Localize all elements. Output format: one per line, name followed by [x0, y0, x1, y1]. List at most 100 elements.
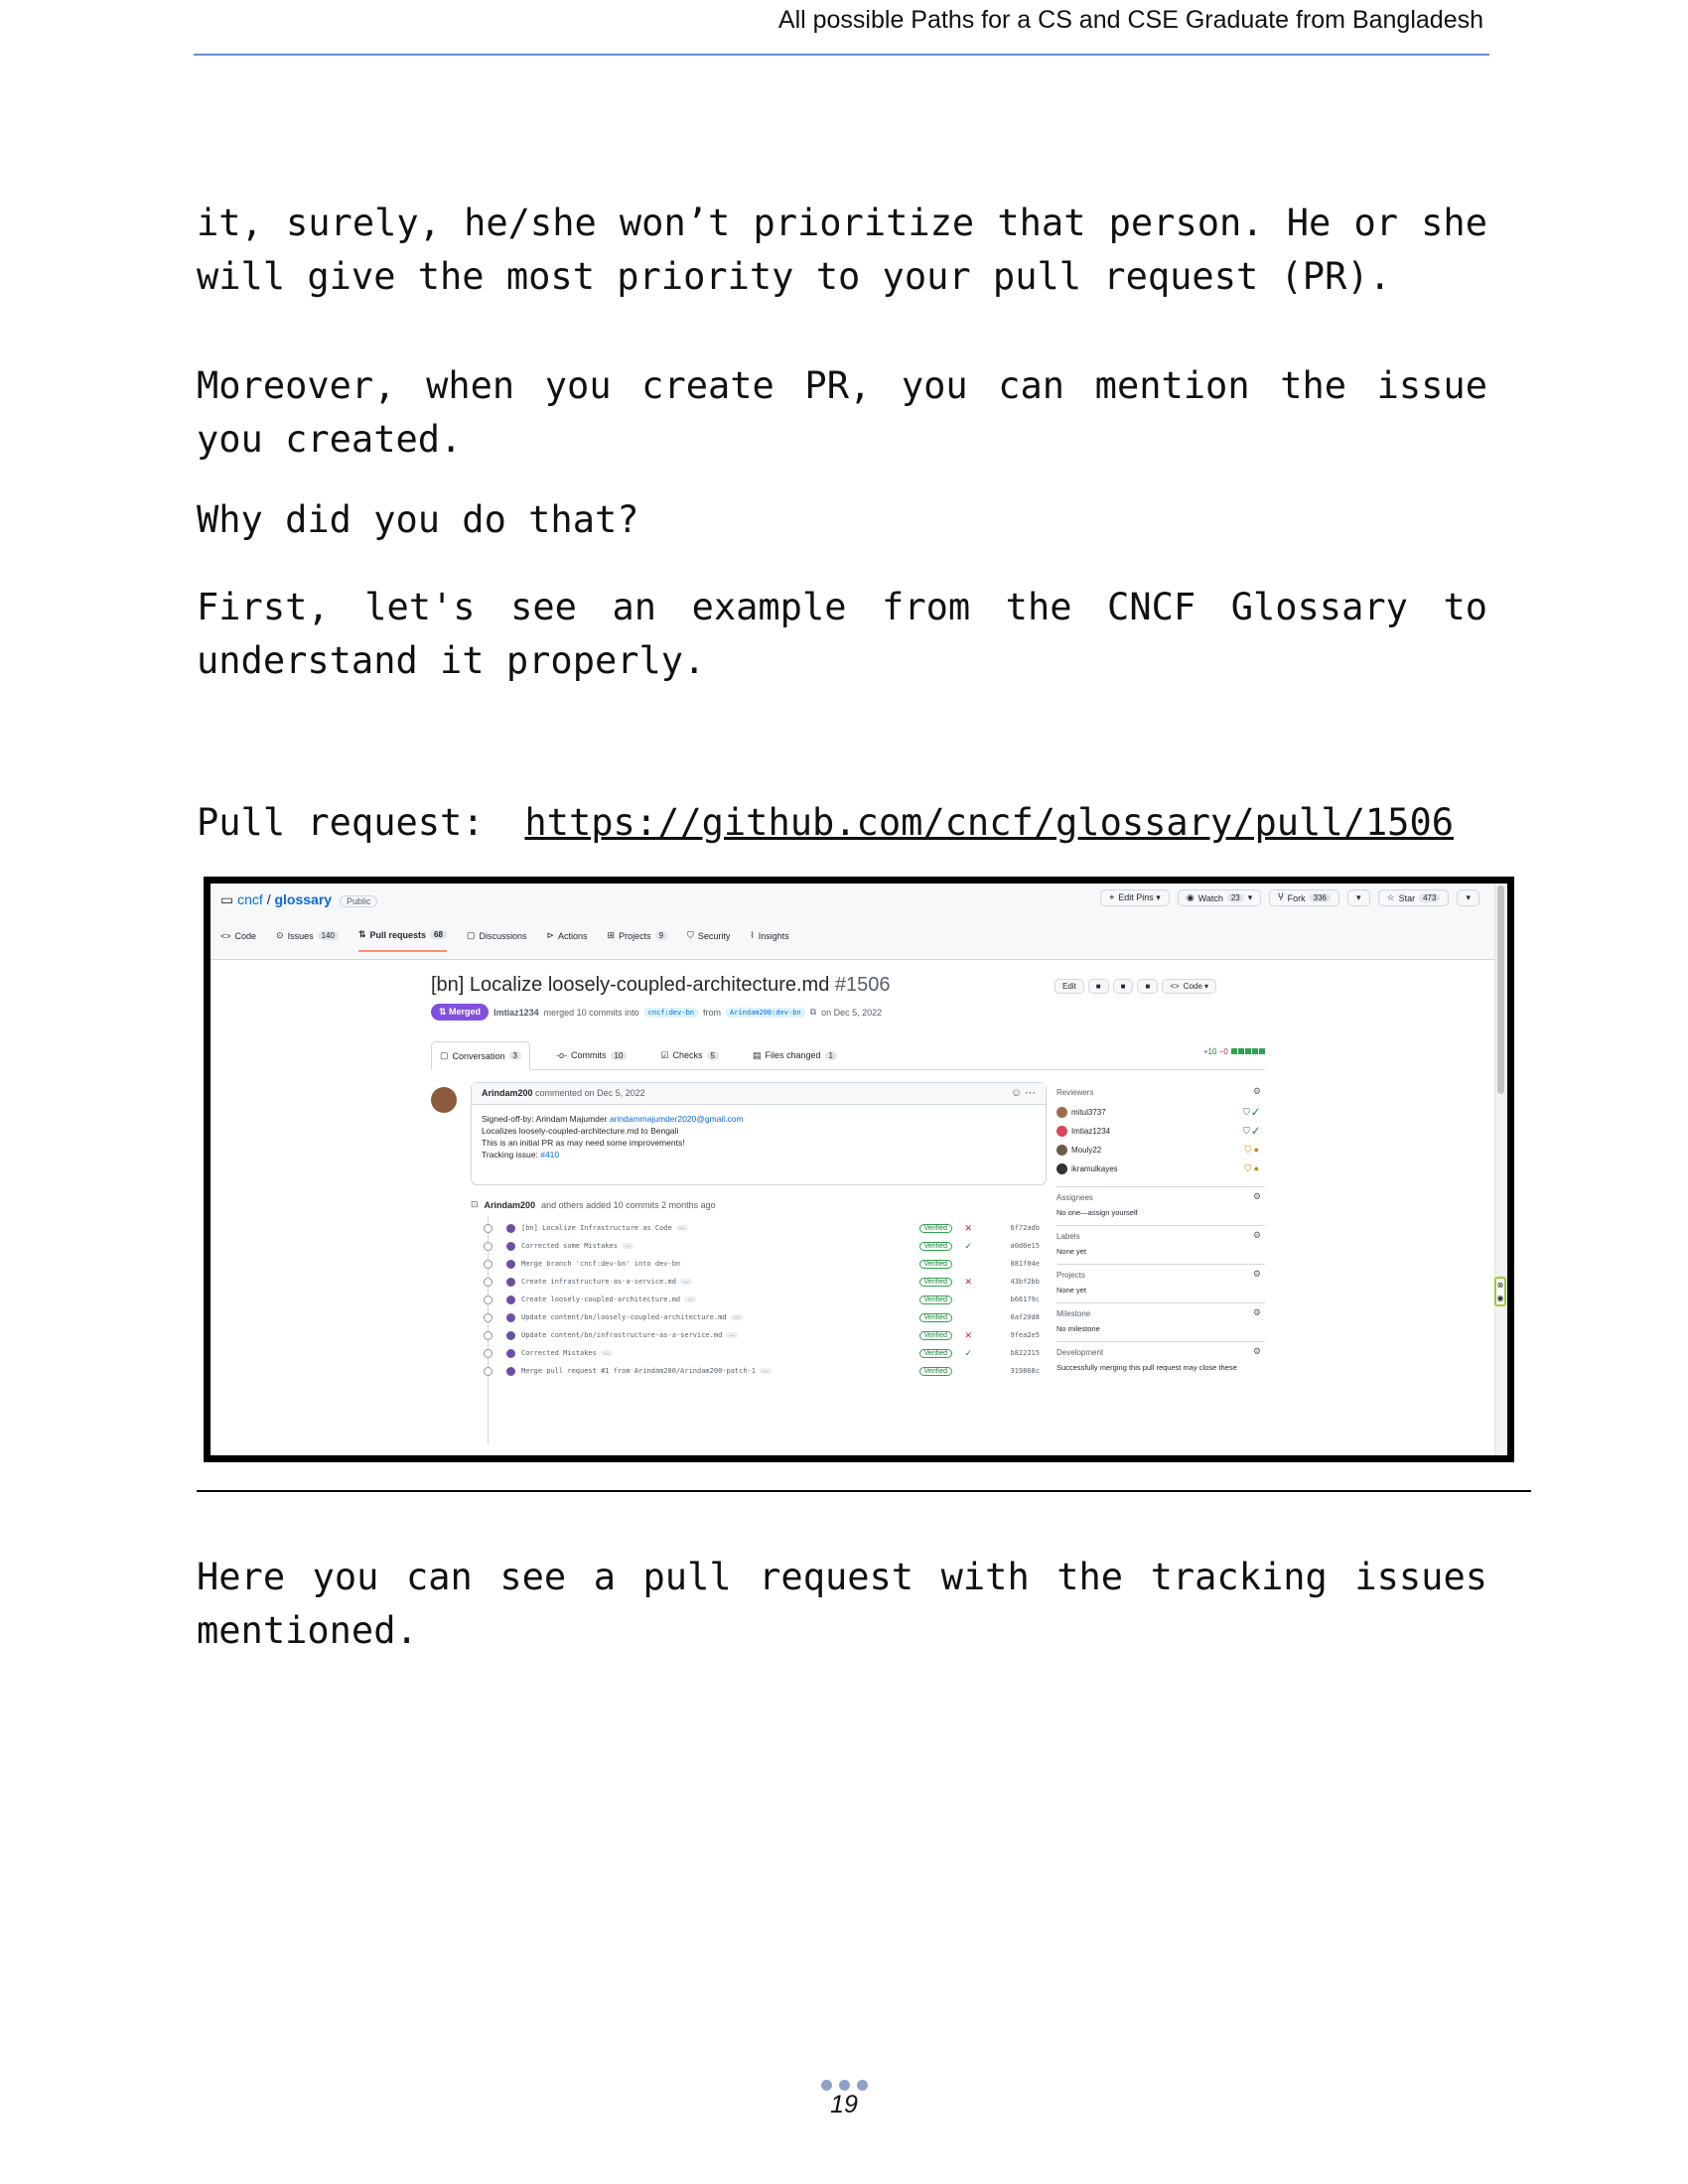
tab-conversation[interactable]: ▢ Conversation 3	[431, 1041, 530, 1070]
reviewer-item[interactable]: ikramulkayes ⛉ ●	[1056, 1160, 1265, 1178]
tab-discussions[interactable]: ▢ Discussions	[467, 929, 527, 952]
extension-icon-2[interactable]: ■	[1112, 979, 1134, 994]
page-footer: 19	[0, 2080, 1688, 2119]
commit-row[interactable]: [bn] Localize Infrastructure as Code… Ver…	[484, 1219, 1040, 1237]
graph-icon: ⌇	[750, 930, 755, 940]
email-link[interactable]: arindammajumder2020@gmail.com	[610, 1114, 744, 1124]
pr-tabs: ▢ Conversation 3 -o- Commits 10 ☑ Checks 5 ▤ Fi…	[431, 1041, 1265, 1070]
tab-security[interactable]: ⛉ Security	[687, 929, 730, 952]
check-icon: ✓	[964, 1347, 972, 1358]
reviewer-item[interactable]: Mouly22 ⛉ ●	[1056, 1141, 1265, 1160]
repo-actions: ⌖ Edit Pins ▾ ◉ Watch 23 ▾ Ⴤ Fork 336 ▾ ☆ Star…	[1100, 889, 1479, 906]
pull-request-line: Pull request: https://github.com/cncf/gl…	[197, 796, 1487, 850]
commit-dot-icon	[484, 1295, 492, 1304]
shield-icon: ⛉	[687, 930, 694, 940]
tracking-issue-link[interactable]: #410	[540, 1150, 559, 1160]
commit-row[interactable]: Update content/bn/infrastructure-as-a-se…	[484, 1326, 1040, 1344]
conversation-icon: ▢	[440, 1050, 449, 1060]
commits-author[interactable]: Arindam200	[485, 1200, 536, 1210]
commit-icon: -o-	[556, 1050, 567, 1060]
fail-icon: ✕	[964, 1329, 972, 1340]
tab-insights[interactable]: ⌇ Insights	[750, 929, 788, 952]
commit-row[interactable]: Corrected Mistakes… Verified ✓ b822215	[484, 1344, 1040, 1362]
tab-commits[interactable]: -o- Commits 10	[548, 1041, 634, 1069]
code-icon: <>	[1170, 982, 1180, 991]
pr-sidebar: Reviewers ⚙ mitul3737 ⛉ ✓ Imtiaz1234 ⛉ ✓ M…	[1056, 1082, 1265, 1380]
tab-pull-requests[interactable]: ⇅ Pull requests 68	[357, 929, 447, 952]
paragraph-5: Here you can see a pull request with the…	[197, 1556, 1487, 1652]
avatar	[506, 1348, 515, 1358]
tab-issues[interactable]: ⊙ Issues 140	[276, 929, 339, 952]
commit-push-icon: ⊡	[471, 1199, 479, 1209]
gear-icon[interactable]: ⚙	[1253, 1346, 1261, 1357]
comment-meta: commented on Dec 5, 2022	[535, 1088, 645, 1098]
gear-icon[interactable]: ⚙	[1253, 1086, 1261, 1097]
pr-title: [bn] Localize loosely-coupled-architectu…	[431, 974, 891, 996]
commit-row[interactable]: Merge branch 'cncf:dev-bn' into dev-bn Ve…	[484, 1255, 1040, 1273]
commit-row[interactable]: Create infrastructure-as-a-service.md… Ve…	[484, 1273, 1040, 1291]
edit-button[interactable]: Edit	[1055, 979, 1084, 994]
base-branch[interactable]: cncf:dev-bn	[643, 1007, 698, 1018]
header-title: All possible Paths for a CS and CSE Grad…	[777, 6, 1483, 34]
commit-dot-icon	[484, 1348, 492, 1358]
copy-icon[interactable]: ⧉	[810, 1007, 816, 1018]
fork-icon: Ⴤ	[1278, 892, 1284, 902]
repo-header: ▭ cncf / glossary Public ⌖ Edit Pins ▾ ◉ W…	[211, 884, 1499, 960]
reviewer-item[interactable]: mitul3737 ⛉ ✓	[1056, 1103, 1265, 1122]
fork-button[interactable]: Ⴤ Fork 336	[1269, 889, 1339, 906]
avatar	[506, 1295, 515, 1304]
repo-owner[interactable]: cncf	[237, 891, 263, 907]
visibility-badge: Public	[339, 895, 378, 907]
head-branch[interactable]: Arindam200:dev-bn	[726, 1007, 805, 1018]
repo-name[interactable]: glossary	[274, 891, 332, 907]
commit-dot-icon	[484, 1277, 492, 1287]
gear-icon[interactable]: ⚙	[1253, 1191, 1261, 1202]
paragraph-2: Moreover, when you create PR, you can me…	[197, 364, 1487, 461]
commit-dot-icon	[484, 1312, 492, 1322]
edit-pins-button[interactable]: ⌖ Edit Pins ▾	[1100, 889, 1170, 906]
discussion-icon: ▢	[466, 930, 476, 940]
github-pr-screenshot: ▭ cncf / glossary Public ⌖ Edit Pins ▾ ◉ W…	[204, 877, 1514, 1462]
merged-badge: ⇅ Merged	[431, 1004, 490, 1021]
avatar	[506, 1223, 515, 1233]
gear-icon[interactable]: ⚙	[1253, 1230, 1261, 1241]
extension-icon-1[interactable]: ■	[1087, 979, 1109, 994]
commit-row[interactable]: Merge pull request #1 from Arindam200/Ar…	[484, 1362, 1040, 1380]
tab-code[interactable]: <> Code	[220, 929, 256, 952]
scrollbar-thumb[interactable]	[1497, 886, 1504, 1094]
pull-request-link[interactable]: https://github.com/cncf/glossary/pull/15…	[524, 796, 1454, 850]
avatar[interactable]	[431, 1087, 457, 1113]
commit-row[interactable]: Update content/bn/loosely-coupled-archit…	[484, 1308, 1040, 1326]
page-number: 19	[830, 2091, 858, 2118]
diff-stat: +10 −0	[1203, 1047, 1265, 1056]
code-button[interactable]: <> Code ▾	[1162, 979, 1217, 994]
extension-icon-3[interactable]: ■	[1137, 979, 1159, 994]
star-button[interactable]: ☆ Star 473	[1377, 889, 1450, 906]
tab-checks[interactable]: ☑ Checks 5	[652, 1041, 727, 1069]
tab-files-changed[interactable]: ▤ Files changed 1	[745, 1041, 845, 1069]
gear-icon[interactable]: ⚙	[1253, 1269, 1261, 1280]
development-section: Development ⚙ Successfully merging this …	[1056, 1346, 1261, 1372]
merge-author[interactable]: Imtiaz1234	[493, 1008, 539, 1018]
kebab-icon[interactable]: ☺ ⋯	[1011, 1086, 1036, 1099]
pending-dot-icon: ⛉ ●	[1244, 1163, 1259, 1173]
watch-button[interactable]: ◉ Watch 23 ▾	[1177, 889, 1262, 906]
avatar	[506, 1312, 515, 1322]
commit-row[interactable]: Create loosely-coupled-architecture.md… V…	[484, 1291, 1040, 1308]
star-menu-button[interactable]: ▾	[1457, 889, 1479, 906]
reviewer-item[interactable]: Imtiaz1234 ⛉ ✓	[1056, 1122, 1265, 1141]
floating-widget-icon[interactable]: ⊗ ◉	[1494, 1277, 1506, 1306]
avatar	[1056, 1107, 1067, 1118]
comment-author[interactable]: Arindam200	[482, 1088, 533, 1098]
tab-projects[interactable]: ⊞ Projects 9	[608, 929, 668, 952]
scrollbar[interactable]	[1494, 884, 1507, 1455]
pr-description-comment: Arindam200 commented on Dec 5, 2022 ☺ ⋯ …	[471, 1082, 1047, 1185]
tab-actions[interactable]: ⊳ Actions	[546, 929, 587, 952]
gear-icon[interactable]: ⚙	[1253, 1307, 1261, 1318]
paragraph-4: First, let's see an example from the CNC…	[197, 586, 1487, 682]
fork-menu-button[interactable]: ▾	[1346, 889, 1370, 906]
commit-dot-icon	[484, 1223, 492, 1233]
commit-row[interactable]: Corrected some Mistakes… Verified ✓ a0d0e15	[484, 1237, 1040, 1255]
pull-request-label: Pull request:	[197, 801, 485, 844]
page-dots-icon	[0, 2080, 1688, 2091]
